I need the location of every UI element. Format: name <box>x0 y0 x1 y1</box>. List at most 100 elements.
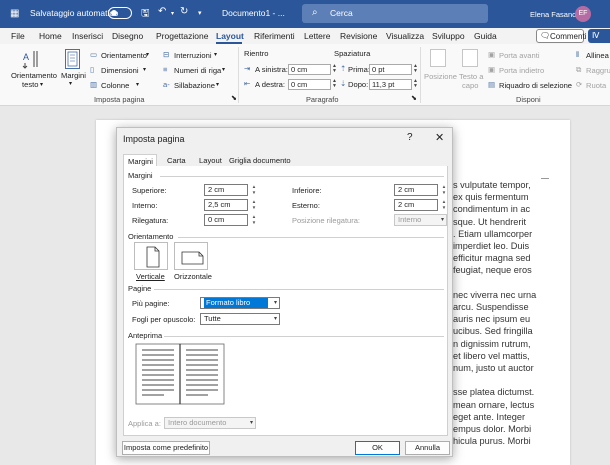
chevron-down-icon[interactable]: ▾ <box>214 51 217 58</box>
chevron-down-icon[interactable]: ▾ <box>136 81 139 88</box>
set-default-button[interactable]: Imposta come predefinito <box>122 441 210 455</box>
size-icon: ▯ <box>90 65 95 74</box>
chevron-down-icon[interactable]: ▾ <box>69 80 72 87</box>
colonne-button[interactable]: Colonne <box>101 81 129 90</box>
tab-visualizza[interactable]: Visualizza <box>386 31 424 41</box>
tab-inserisci[interactable]: Inserisci <box>72 31 103 41</box>
ruota-button[interactable]: Ruota <box>586 81 606 90</box>
margini-panel: Margini Superiore: 2 cm ▲ ▼ Inferiore: 2 … <box>123 166 448 436</box>
chevron-down-icon[interactable]: ▾ <box>146 51 149 58</box>
raggruppa-button[interactable]: Raggru <box>586 66 610 75</box>
inferiore-spinner[interactable]: ▲ ▼ <box>440 184 448 196</box>
avatar[interactable]: EF <box>575 6 591 22</box>
indent-right-spinner[interactable]: ▲ ▼ <box>331 79 338 90</box>
tab-riferimenti[interactable]: Riferimenti <box>254 31 295 41</box>
applica-a-value: Intero documento <box>168 418 227 427</box>
rilegatura-spinner[interactable]: ▲ ▼ <box>250 214 258 226</box>
document-line: arcu. Suspendisse <box>453 302 529 312</box>
dialog-launcher-icon[interactable]: ⬊ <box>231 94 237 102</box>
user-name[interactable]: Elena Fasano <box>530 10 576 19</box>
indent-left-input[interactable]: 0 cm <box>288 64 331 75</box>
align-icon: ⫴ <box>576 50 580 59</box>
tab-revisione[interactable]: Revisione <box>340 31 377 41</box>
dimensioni-button[interactable]: Dimensioni <box>101 66 139 75</box>
document-line: nec viverra nec urna <box>453 289 537 300</box>
verticale-label[interactable]: Verticale <box>136 272 165 281</box>
document-line: empus dolor. Morbi <box>453 424 532 434</box>
testo-a-capo-button-2[interactable]: capo <box>462 81 478 90</box>
indent-right-input[interactable]: 0 cm <box>288 79 331 90</box>
piu-pagine-select[interactable]: Formato libro ▾ <box>200 297 280 309</box>
orientamento-testo-label-2[interactable]: testo <box>22 80 38 89</box>
ok-button[interactable]: OK <box>355 441 400 455</box>
tab-disegno[interactable]: Disegno <box>112 31 143 41</box>
numeri-riga-button[interactable]: Numeri di riga <box>174 66 221 75</box>
undo-dropdown-icon[interactable]: ▾ <box>171 10 174 17</box>
autosave-toggle[interactable] <box>108 7 132 19</box>
interruzioni-button[interactable]: Interruzioni <box>174 51 212 60</box>
indent-left-icon: ⇥ <box>244 64 251 73</box>
applica-a-select[interactable]: Intero documento ▾ <box>164 417 256 429</box>
superiore-spinner[interactable]: ▲ ▼ <box>250 184 258 196</box>
comment-icon: 🗨 <box>540 31 551 40</box>
cancel-button[interactable]: Annulla <box>405 441 450 455</box>
esterno-input[interactable]: 2 cm <box>394 199 438 211</box>
interno-spinner[interactable]: ▲ ▼ <box>250 199 258 211</box>
spacing-before-spinner[interactable]: ▲ ▼ <box>412 64 419 75</box>
dialog-launcher-icon[interactable]: ⬊ <box>411 94 417 102</box>
posizione-button[interactable]: Posizione <box>424 72 457 81</box>
margins-icon[interactable] <box>65 49 80 69</box>
posizione-rilegatura-select[interactable]: Interno ▾ <box>394 214 447 226</box>
testo-a-capo-button[interactable]: Testo a <box>459 72 483 81</box>
text-direction-icon[interactable]: A <box>22 49 40 69</box>
spacing-after-spinner[interactable]: ▲ ▼ <box>412 79 419 90</box>
position-icon <box>430 49 446 67</box>
riquadro-selezione-button[interactable]: Riquadro di selezione <box>499 81 572 90</box>
save-icon[interactable]: 🖫 <box>141 6 150 23</box>
chevron-down-icon[interactable]: ▾ <box>143 66 146 73</box>
allinea-button[interactable]: Allinea <box>586 51 609 60</box>
tab-progettazione[interactable]: Progettazione <box>156 31 208 41</box>
group-separator <box>238 47 239 103</box>
tab-lettere[interactable]: Lettere <box>304 31 330 41</box>
indent-left-spinner[interactable]: ▲ ▼ <box>331 64 338 75</box>
orizzontale-option[interactable] <box>174 242 208 270</box>
customize-toolbar-icon[interactable]: ▾ <box>198 9 202 17</box>
porta-avanti-button[interactable]: Porta avanti <box>499 51 540 60</box>
esterno-spinner[interactable]: ▲ ▼ <box>440 199 448 211</box>
undo-icon[interactable]: ↶ <box>158 6 166 17</box>
fogli-opuscolo-select[interactable]: Tutte ▾ <box>200 313 280 325</box>
spacing-after-input[interactable]: 11,3 pt <box>369 79 412 90</box>
search-box[interactable]: ⌕ Cerca <box>302 4 488 23</box>
margini-button[interactable]: Margini <box>61 71 86 80</box>
orizzontale-label[interactable]: Orizzontale <box>174 272 212 281</box>
chevron-down-icon[interactable]: ▾ <box>40 81 43 88</box>
orientamento-button[interactable]: Orientamento <box>101 51 147 60</box>
close-button[interactable]: ✕ <box>435 131 444 144</box>
help-button[interactable]: ? <box>407 132 413 143</box>
tab-guida[interactable]: Guida <box>474 31 497 41</box>
chevron-down-icon: ▾ <box>273 316 277 322</box>
verticale-option[interactable] <box>134 242 168 270</box>
comments-button[interactable]: 🗨 Commenti <box>536 29 586 43</box>
share-button[interactable]: Ⅳ <box>588 29 610 43</box>
tab-file[interactable]: File <box>11 31 25 41</box>
anteprima-section-title: Anteprima <box>128 331 163 340</box>
porta-indietro-button[interactable]: Porta indietro <box>499 66 544 75</box>
inferiore-input[interactable]: 2 cm <box>394 184 438 196</box>
superiore-input[interactable]: 2 cm <box>204 184 248 196</box>
document-title[interactable]: Documento1 - ... <box>222 8 285 18</box>
rilegatura-input[interactable]: 0 cm <box>204 214 248 226</box>
fogli-opuscolo-value: Tutte <box>204 314 221 323</box>
chevron-down-icon[interactable]: ▾ <box>216 81 219 88</box>
chevron-down-icon[interactable]: ▾ <box>222 66 225 73</box>
interno-input[interactable]: 2,5 cm <box>204 199 248 211</box>
tab-home[interactable]: Home <box>39 31 62 41</box>
spacing-before-input[interactable]: 0 pt <box>369 64 412 75</box>
section-divider <box>178 237 444 238</box>
redo-icon[interactable]: ↻ <box>180 6 188 17</box>
tab-layout[interactable]: Layout <box>216 31 244 41</box>
tab-sviluppo[interactable]: Sviluppo <box>432 31 465 41</box>
sillabazione-button[interactable]: Sillabazione <box>174 81 215 90</box>
orientamento-testo-label[interactable]: Orientamento <box>11 71 57 80</box>
